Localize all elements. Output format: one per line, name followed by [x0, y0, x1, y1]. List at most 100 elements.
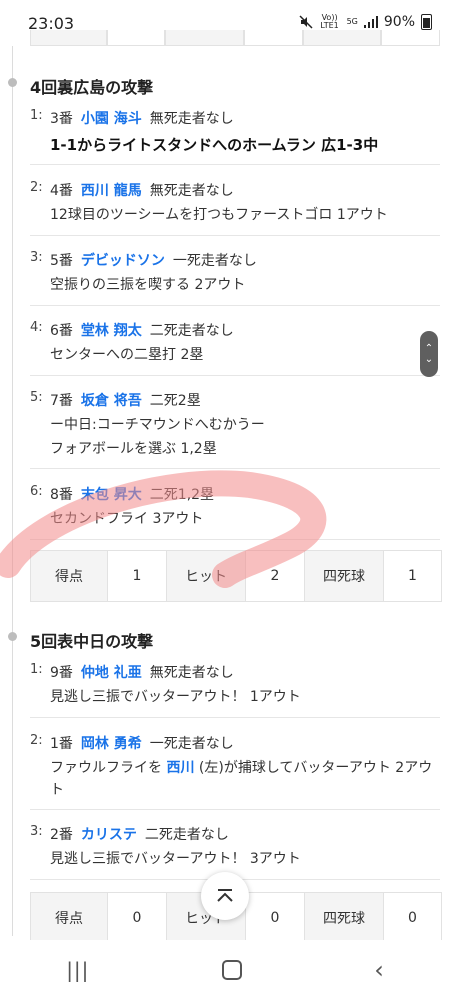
scroll-handle-icon[interactable]: ⌃ ⌄ [420, 331, 438, 377]
play-header: 3番 小園 海斗 無死走者なし [50, 108, 234, 128]
player-link[interactable]: 坂倉 将吾 [81, 393, 142, 409]
play-header: 1番 岡林 勇希 一死走者なし [50, 733, 234, 753]
batting-order: 4番 [50, 183, 73, 199]
timeline-dot [8, 78, 17, 87]
batting-order: 1番 [50, 736, 73, 752]
batting-order: 6番 [50, 323, 73, 339]
situation: 二死1,2塁 [149, 487, 215, 503]
batting-order: 8番 [50, 487, 73, 503]
player-link[interactable]: 堂林 翔太 [81, 323, 142, 339]
play-header: 7番 坂倉 将吾 二死2塁 [50, 390, 201, 410]
network-label-1: Vo)) LTE1 [320, 13, 339, 30]
play-item: 3: 2番 カリステ 二死走者なし 見逃し三振でバッターアウト！ 3アウト [30, 824, 440, 880]
situation: 無死走者なし [149, 111, 234, 127]
play-item: 1: 9番 仲地 礼亜 無死走者なし 見逃し三振でバッターアウト！ 1アウト [30, 662, 440, 718]
batting-order: 3番 [50, 111, 73, 127]
play-number: 1: [30, 662, 43, 677]
play-item: 2: 1番 岡林 勇希 一死走者なし ファウルフライを 西川 (左)が捕球してバッタ… [30, 733, 440, 810]
play-description-text: ファウルフライを [50, 760, 167, 776]
player-link[interactable]: 小園 海斗 [81, 111, 142, 127]
play-number: 5: [30, 390, 43, 405]
play-description: 見逃し三振でバッターアウト！ 1アウト [50, 689, 301, 705]
play-item: 4: 6番 堂林 翔太 二死走者なし センターへの二塁打 2塁 [30, 320, 440, 376]
recent-apps-button[interactable]: ||| [66, 958, 89, 982]
play-description: 12球目のツーシームを打つもファーストゴロ 1アウト [50, 207, 388, 223]
batting-order: 2番 [50, 827, 73, 843]
play-header: 6番 堂林 翔太 二死走者なし [50, 320, 234, 340]
play-description: センターへの二塁打 2塁 [50, 347, 204, 363]
play-description: ファウルフライを 西川 (左)が捕球してバッターアウト 2アウト [50, 757, 440, 801]
player-link[interactable]: 仲地 礼亜 [81, 665, 142, 681]
stats-runs-label: 得点 [31, 551, 108, 601]
fielder-link[interactable]: 西川 [166, 760, 194, 776]
play-number: 4: [30, 320, 43, 335]
stats-hits-value: 0 [246, 893, 305, 943]
inning-stats-table: 得点 1 ヒット 2 四死球 1 [30, 550, 442, 602]
situation: 無死走者なし [149, 665, 234, 681]
stats-walks-label: 四死球 [305, 893, 384, 943]
player-link[interactable]: 岡林 勇希 [81, 736, 142, 752]
navigation-bar: ||| ‹ [0, 940, 450, 1000]
play-item: 5: 7番 坂倉 将吾 二死2塁 ー中日:コーチマウンドへむかうー フォアボールを選… [30, 390, 440, 469]
previous-stats-table [30, 30, 441, 46]
stats-walks-value: 0 [408, 910, 417, 926]
play-header: 8番 末包 昇大 二死1,2塁 [50, 484, 214, 504]
player-link[interactable]: 末包 昇大 [81, 487, 142, 503]
scroll-top-icon [217, 889, 233, 902]
situation: 二死走者なし [144, 827, 229, 843]
back-button[interactable]: ‹ [374, 956, 384, 984]
play-description: 1-1からライトスタンドへのホームラン 広1-3中 [50, 136, 379, 154]
batting-order: 7番 [50, 393, 73, 409]
chevron-up-icon: ⌃ [424, 343, 434, 354]
battery-percent: 90% [383, 14, 415, 30]
stats-runs-label: 得点 [31, 893, 108, 943]
play-description-line: フォアボールを選ぶ 1,2塁 [50, 441, 217, 457]
signal-icon [363, 16, 378, 28]
play-number: 3: [30, 250, 43, 265]
play-header: 2番 カリステ 二死走者なし [50, 824, 229, 844]
play-item: 2: 4番 西川 龍馬 無死走者なし 12球目のツーシームを打つもファーストゴロ 1… [30, 180, 440, 236]
play-number: 1: [30, 108, 43, 123]
play-number: 6: [30, 484, 43, 499]
play-description-line: ー中日:コーチマウンドへむかうー [50, 417, 265, 433]
play-description: 見逃し三振でバッターアウト！ 3アウト [50, 851, 301, 867]
player-link[interactable]: デビッドソン [81, 253, 165, 269]
stats-runs-value: 0 [108, 893, 167, 943]
batting-order: 5番 [50, 253, 73, 269]
play-number: 2: [30, 180, 43, 195]
timeline-dot [8, 632, 17, 641]
play-item: 6: 8番 末包 昇大 二死1,2塁 セカンドフライ 3アウト [30, 484, 440, 540]
stats-hits-label: ヒット [167, 551, 246, 601]
stats-runs-value: 1 [108, 551, 167, 601]
play-description: 空振りの三振を喫する 2アウト [50, 277, 246, 293]
player-link[interactable]: 西川 龍馬 [81, 183, 142, 199]
network-label-2: 5G [346, 17, 358, 26]
chevron-down-icon: ⌄ [424, 354, 434, 365]
status-icons: Vo)) LTE1 5G 90% [299, 14, 432, 30]
stats-walks-label: 四死球 [305, 551, 384, 601]
play-number: 2: [30, 733, 43, 748]
timeline-line [12, 46, 13, 936]
stats-hits-value: 2 [246, 551, 305, 601]
scroll-top-button[interactable] [201, 872, 249, 920]
situation: 二死走者なし [149, 323, 234, 339]
play-item: 1: 3番 小園 海斗 無死走者なし 1-1からライトスタンドへのホームラン 広1-… [30, 108, 440, 165]
situation: 一死走者なし [172, 253, 257, 269]
situation: 一死走者なし [149, 736, 234, 752]
mute-icon [299, 15, 313, 29]
play-header: 5番 デビッドソン 一死走者なし [50, 250, 257, 270]
section-title: 4回裏広島の攻撃 [30, 78, 154, 97]
battery-icon [421, 14, 432, 30]
play-description: セカンドフライ 3アウト [50, 511, 204, 527]
batting-order: 9番 [50, 665, 73, 681]
section-title: 5回表中日の攻撃 [30, 632, 154, 651]
situation: 無死走者なし [149, 183, 234, 199]
play-number: 3: [30, 824, 43, 839]
stats-walks-value: 1 [408, 568, 417, 584]
situation: 二死2塁 [149, 393, 201, 409]
player-link[interactable]: カリステ [81, 827, 137, 843]
play-header: 4番 西川 龍馬 無死走者なし [50, 180, 234, 200]
play-item: 3: 5番 デビッドソン 一死走者なし 空振りの三振を喫する 2アウト [30, 250, 440, 306]
home-button[interactable] [221, 960, 242, 980]
play-header: 9番 仲地 礼亜 無死走者なし [50, 662, 234, 682]
